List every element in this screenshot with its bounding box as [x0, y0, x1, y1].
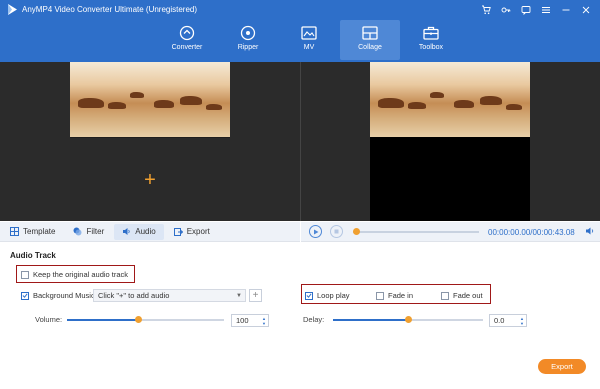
- delay-slider[interactable]: [333, 316, 483, 323]
- volume-slider[interactable]: [67, 316, 224, 323]
- delay-label: Delay:: [303, 315, 325, 324]
- divider: [300, 62, 301, 221]
- nav-collage[interactable]: Collage: [340, 20, 400, 60]
- chat-icon[interactable]: [516, 2, 536, 18]
- close-icon[interactable]: [576, 2, 596, 18]
- keep-original-audio-option[interactable]: Keep the original audio track: [21, 270, 128, 279]
- plus-icon: +: [144, 168, 156, 191]
- export-icon: [173, 227, 183, 236]
- background-music-value: Click "+" to add audio: [98, 291, 170, 300]
- tab-label: Export: [186, 227, 210, 236]
- preview-area: +: [0, 62, 600, 221]
- tab-export[interactable]: Export: [166, 224, 218, 240]
- loop-play-label: Loop play: [317, 291, 350, 300]
- window-controls: [476, 2, 596, 18]
- volume-value: 100: [236, 316, 249, 325]
- fade-in-checkbox[interactable]: [376, 291, 384, 300]
- fade-out-option[interactable]: Fade out: [441, 291, 483, 300]
- tab-label: Filter: [86, 227, 105, 236]
- add-audio-button[interactable]: +: [249, 289, 262, 302]
- keep-original-label: Keep the original audio track: [33, 270, 129, 279]
- title-bar: AnyMP4 Video Converter Ultimate (Unregis…: [0, 0, 600, 62]
- section-title: Audio Track: [10, 251, 56, 260]
- play-button[interactable]: [309, 225, 322, 238]
- audio-icon: [122, 227, 131, 236]
- main-nav: Converter Ripper MV Collage Toolbox: [157, 20, 462, 60]
- volume-stepper[interactable]: 100 ▲ ▼: [231, 314, 269, 327]
- delay-slider-knob[interactable]: [405, 316, 412, 323]
- playback-time: 00:00:00.00/00:00:43.08: [488, 228, 575, 237]
- app-logo-icon: [8, 4, 17, 15]
- settings-tabs: Template Filter Audio Export: [0, 222, 300, 242]
- nav-label: Converter: [171, 44, 203, 51]
- fade-out-label: Fade out: [453, 291, 483, 300]
- video-thumbnail: [450, 62, 530, 137]
- stop-icon: [334, 229, 339, 234]
- background-music-checkbox[interactable]: [21, 291, 29, 300]
- preview-cell-2: [450, 62, 530, 137]
- background-music-select[interactable]: Click "+" to add audio ▼: [93, 289, 246, 302]
- nav-label: Collage: [358, 44, 382, 51]
- preview-player: [370, 62, 530, 221]
- export-button[interactable]: Export: [538, 359, 586, 374]
- loop-play-option[interactable]: Loop play: [305, 291, 350, 300]
- template-icon: [10, 227, 19, 236]
- tab-label: Audio: [135, 227, 156, 236]
- ripper-icon: [240, 24, 256, 41]
- volume-label: Volume:: [35, 315, 63, 324]
- fade-in-label: Fade in: [388, 291, 414, 300]
- volume-slider-knob[interactable]: [135, 316, 142, 323]
- fade-out-checkbox[interactable]: [441, 291, 449, 300]
- collage-cell-1[interactable]: [70, 62, 150, 137]
- tab-label: Template: [23, 227, 56, 236]
- mv-icon: [301, 24, 317, 41]
- playback-progress[interactable]: [353, 231, 479, 233]
- preview-cell-empty: [370, 138, 530, 221]
- delay-slider-fill: [333, 319, 408, 321]
- collage-editor[interactable]: +: [70, 62, 230, 221]
- cart-icon[interactable]: [476, 2, 496, 18]
- toolbox-icon: [423, 24, 439, 41]
- background-music-label: Background Music: [33, 291, 95, 300]
- key-icon[interactable]: [496, 2, 516, 18]
- nav-mv[interactable]: MV: [279, 20, 339, 60]
- add-media-cell[interactable]: +: [70, 138, 230, 221]
- stepper-arrows-icon[interactable]: ▲ ▼: [520, 316, 524, 326]
- converter-icon: [179, 24, 195, 41]
- play-icon: [313, 229, 318, 234]
- nav-label: MV: [303, 44, 315, 51]
- video-thumbnail: [150, 62, 230, 137]
- nav-toolbox[interactable]: Toolbox: [401, 20, 461, 60]
- menu-icon[interactable]: [536, 2, 556, 18]
- app-title: AnyMP4 Video Converter Ultimate (Unregis…: [22, 5, 198, 14]
- volume-slider-fill: [67, 319, 138, 321]
- loop-play-checkbox[interactable]: [305, 291, 313, 300]
- video-thumbnail: [70, 62, 150, 137]
- tab-audio[interactable]: Audio: [114, 223, 164, 240]
- tab-template[interactable]: Template: [2, 224, 63, 240]
- nav-converter[interactable]: Converter: [157, 20, 217, 60]
- fade-in-option[interactable]: Fade in: [376, 291, 413, 300]
- keep-original-checkbox[interactable]: [21, 270, 29, 279]
- delay-value: 0.0: [494, 316, 505, 325]
- video-thumbnail: [370, 62, 450, 137]
- minimize-icon[interactable]: [556, 2, 576, 18]
- background-music-option[interactable]: Background Music: [21, 291, 95, 300]
- chevron-down-icon: ▼: [236, 293, 242, 299]
- stepper-arrows-icon[interactable]: ▲ ▼: [262, 316, 266, 326]
- nav-ripper[interactable]: Ripper: [218, 20, 278, 60]
- volume-icon[interactable]: [585, 226, 595, 238]
- nav-label: Toolbox: [418, 44, 444, 51]
- delay-stepper[interactable]: 0.0 ▲ ▼: [489, 314, 527, 327]
- playback-bar: 00:00:00.00/00:00:43.08: [301, 222, 600, 242]
- collage-cell-2[interactable]: [150, 62, 230, 137]
- preview-cell-1: [370, 62, 450, 137]
- filter-icon: [73, 227, 82, 236]
- tab-filter[interactable]: Filter: [65, 224, 112, 240]
- collage-icon: [362, 24, 378, 41]
- playback-knob[interactable]: [353, 228, 360, 235]
- nav-label: Ripper: [237, 44, 259, 51]
- stop-button[interactable]: [330, 225, 343, 238]
